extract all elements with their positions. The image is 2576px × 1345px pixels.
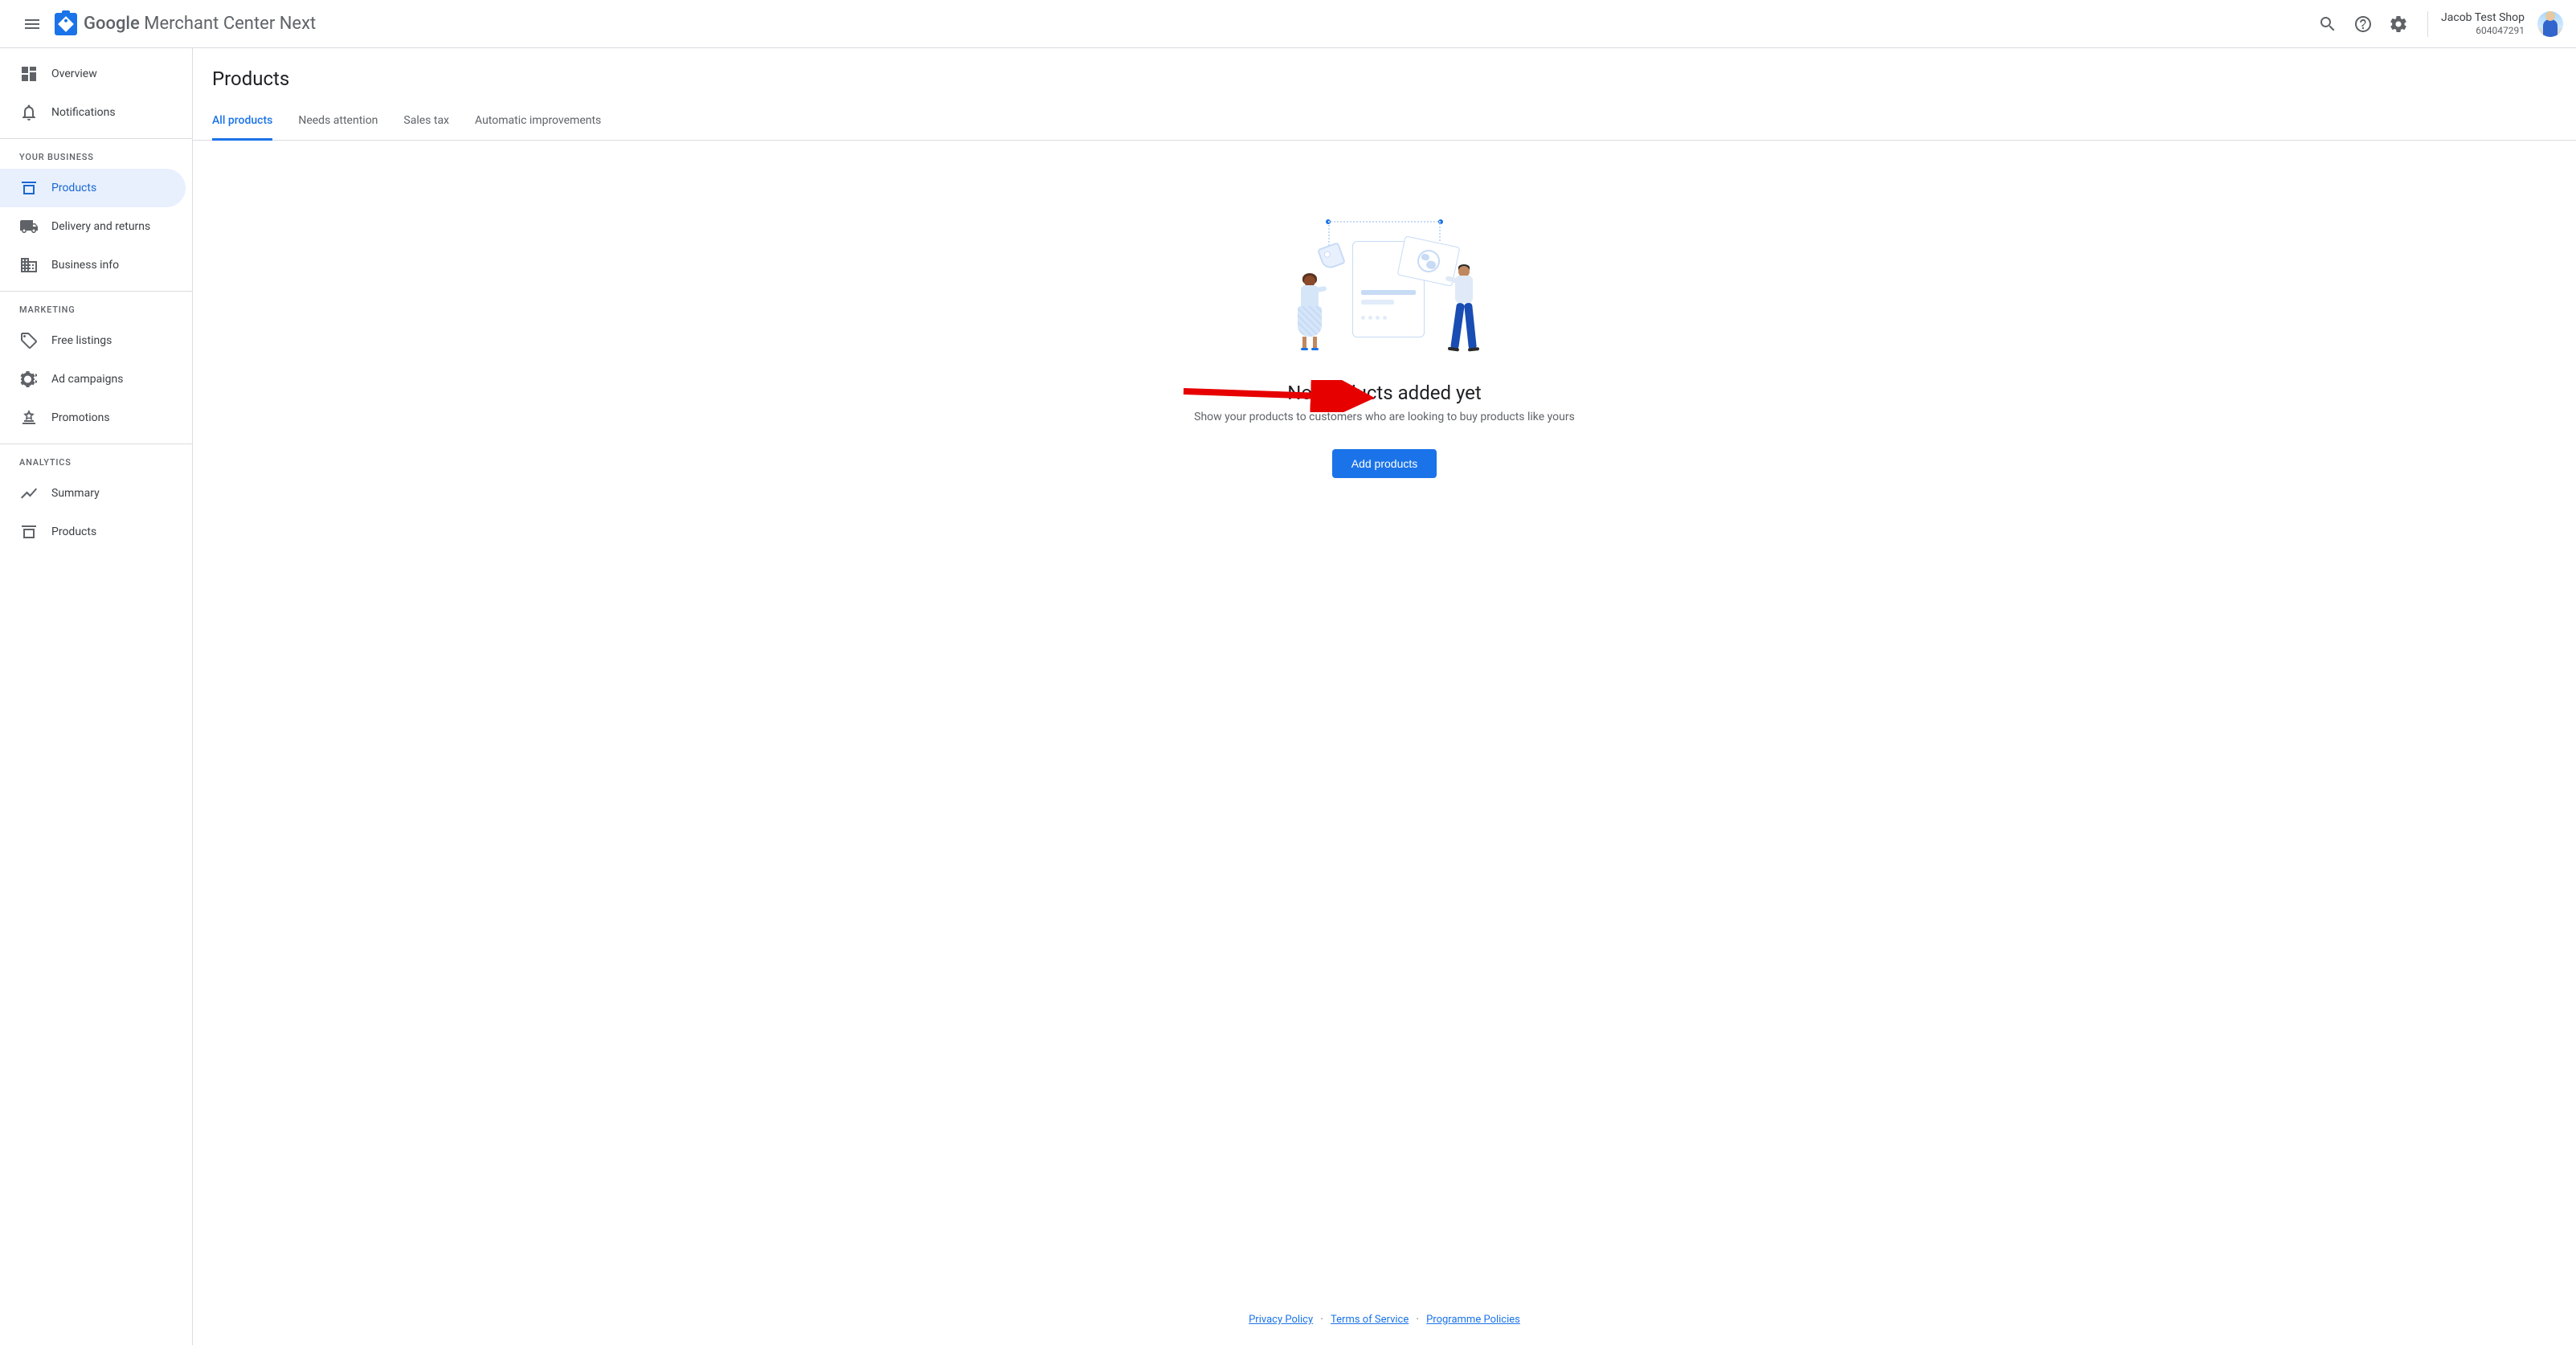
- footer-link-privacy[interactable]: Privacy Policy: [1249, 1314, 1313, 1326]
- sidebar-section-header: YOUR BUSINESS: [0, 138, 192, 169]
- sidebar-item-label: Free listings: [51, 334, 112, 347]
- tag-icon: [19, 331, 39, 350]
- sidebar-item-label: Summary: [51, 487, 100, 500]
- products-icon: [19, 522, 39, 542]
- tabs: All products Needs attention Sales tax A…: [193, 103, 2576, 141]
- sidebar-item-label: Business info: [51, 259, 119, 272]
- sidebar-item-label: Promotions: [51, 411, 110, 424]
- overview-icon: [19, 64, 39, 84]
- header-actions: Jacob Test Shop 604047291: [2312, 8, 2563, 40]
- header-divider: [2427, 11, 2428, 37]
- sidebar-item-delivery[interactable]: Delivery and returns: [0, 207, 186, 246]
- search-button[interactable]: [2312, 8, 2344, 40]
- promo-icon: [19, 408, 39, 427]
- tab-automatic-improvements[interactable]: Automatic improvements: [475, 103, 601, 141]
- sidebar-item-analytics-products[interactable]: Products: [0, 513, 186, 551]
- building-icon: [19, 256, 39, 275]
- tab-sales-tax[interactable]: Sales tax: [403, 103, 449, 141]
- merchant-center-icon: [55, 13, 77, 35]
- footer-link-programme[interactable]: Programme Policies: [1426, 1314, 1520, 1326]
- bell-icon: [19, 103, 39, 122]
- gear-icon: [2389, 14, 2408, 34]
- products-icon: [19, 178, 39, 198]
- footer: Privacy Policy · Terms of Service · Prog…: [193, 1294, 2576, 1345]
- main-menu-button[interactable]: [13, 5, 51, 43]
- sidebar-item-ad-campaigns[interactable]: Ad campaigns: [0, 360, 186, 399]
- hamburger-icon: [22, 14, 42, 34]
- sidebar-item-label: Notifications: [51, 106, 116, 119]
- settings-button[interactable]: [2382, 8, 2414, 40]
- tab-needs-attention[interactable]: Needs attention: [298, 103, 378, 141]
- add-products-button[interactable]: Add products: [1332, 449, 1437, 478]
- empty-state-title: No products added yet: [1287, 382, 1481, 404]
- sidebar-item-label: Ad campaigns: [51, 373, 123, 386]
- sidebar-item-promotions[interactable]: Promotions: [0, 399, 186, 437]
- page-title: Products: [212, 67, 2557, 90]
- app-logo[interactable]: Google Merchant Center Next: [55, 13, 316, 35]
- app-header: Google Merchant Center Next Jacob Test S…: [0, 0, 2576, 48]
- sidebar-item-products[interactable]: Products: [0, 169, 186, 207]
- sidebar-item-label: Products: [51, 525, 96, 538]
- help-icon: [2353, 14, 2373, 34]
- empty-state-description: Show your products to customers who are …: [1194, 411, 1575, 423]
- sidebar: Overview Notifications YOUR BUSINESS Pro…: [0, 48, 193, 1345]
- account-info[interactable]: Jacob Test Shop 604047291: [2441, 10, 2525, 38]
- sidebar-item-free-listings[interactable]: Free listings: [0, 321, 186, 360]
- search-icon: [2318, 14, 2337, 34]
- sidebar-section-header: MARKETING: [0, 291, 192, 321]
- sidebar-item-summary[interactable]: Summary: [0, 474, 186, 513]
- sidebar-item-business-info[interactable]: Business info: [0, 246, 186, 284]
- sidebar-item-notifications[interactable]: Notifications: [0, 93, 186, 132]
- footer-link-terms[interactable]: Terms of Service: [1331, 1314, 1409, 1326]
- account-name: Jacob Test Shop: [2441, 10, 2525, 25]
- tab-all-products[interactable]: All products: [212, 103, 272, 141]
- sidebar-item-overview[interactable]: Overview: [0, 55, 186, 93]
- sidebar-item-label: Delivery and returns: [51, 220, 150, 233]
- sidebar-section-header: ANALYTICS: [0, 444, 192, 474]
- truck-icon: [19, 217, 39, 236]
- account-id: 604047291: [2441, 25, 2525, 38]
- help-button[interactable]: [2347, 8, 2379, 40]
- megaphone-icon: [19, 370, 39, 389]
- main-content: Products All products Needs attention Sa…: [193, 48, 2576, 1345]
- empty-state: No products added yet Show your products…: [193, 141, 2576, 1294]
- avatar[interactable]: [2537, 11, 2563, 37]
- sidebar-item-label: Products: [51, 182, 96, 194]
- trending-icon: [19, 484, 39, 503]
- app-title: Google Merchant Center Next: [84, 14, 316, 34]
- sidebar-item-label: Overview: [51, 67, 97, 80]
- empty-state-illustration: [1288, 221, 1481, 350]
